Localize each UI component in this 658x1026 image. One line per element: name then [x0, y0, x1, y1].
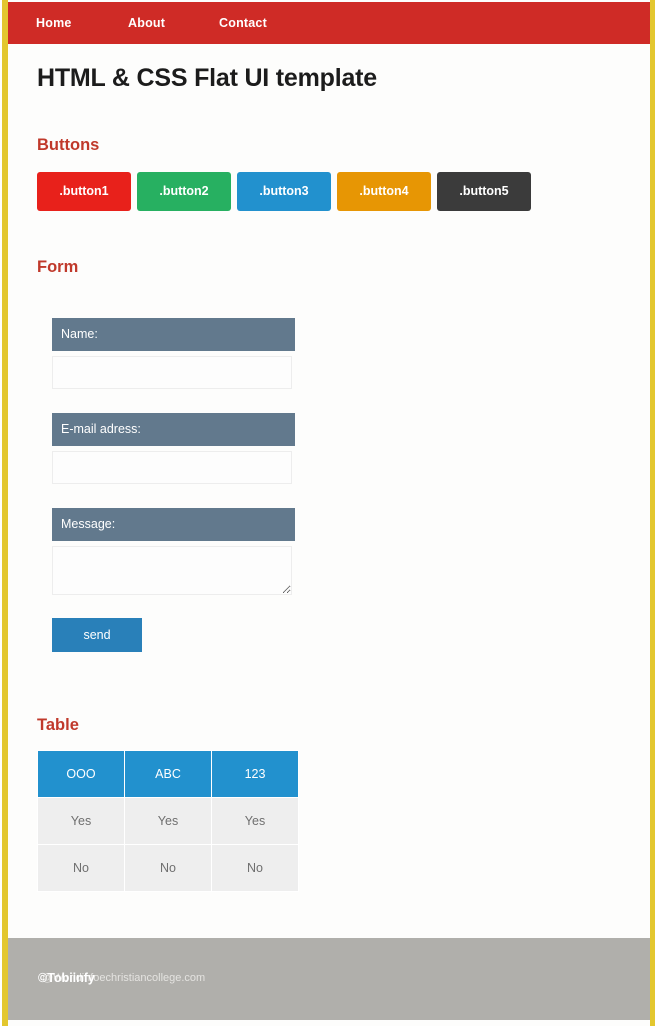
- table-header-cell: 123: [212, 751, 298, 797]
- nav-item-about[interactable]: About: [128, 2, 165, 44]
- table-header-row: OOO ABC 123: [38, 751, 298, 797]
- table-head: OOO ABC 123: [38, 751, 298, 797]
- table-cell: Yes: [212, 798, 298, 844]
- page-frame: Home About Contact HTML & CSS Flat UI te…: [0, 0, 658, 1026]
- button-2[interactable]: .button2: [137, 172, 231, 211]
- table-cell: No: [212, 845, 298, 891]
- button-4[interactable]: .button4: [337, 172, 431, 211]
- button-3[interactable]: .button3: [237, 172, 331, 211]
- table-header-cell: OOO: [38, 751, 124, 797]
- send-button[interactable]: send: [52, 618, 142, 652]
- nav-link-home[interactable]: Home: [36, 16, 72, 30]
- table-cell: No: [38, 845, 124, 891]
- contact-form: Name: E-mail adress: Message: send: [52, 318, 302, 652]
- table-row: No No No: [38, 845, 298, 891]
- section-heading-form: Form: [37, 258, 79, 276]
- nav-item-contact[interactable]: Contact: [219, 2, 267, 44]
- nav-item-home[interactable]: Home: [36, 2, 72, 44]
- message-textarea[interactable]: [52, 546, 292, 595]
- buttons-row: .button1 .button2 .button3 .button4 .but…: [37, 172, 557, 211]
- button-1[interactable]: .button1: [37, 172, 131, 211]
- name-field-label: Name:: [52, 318, 295, 351]
- section-heading-table: Table: [37, 716, 79, 734]
- page-footer: @Worldinfoechristiancollege.com ©Tobiinf…: [8, 938, 650, 1020]
- table-cell: No: [125, 845, 211, 891]
- nav-list: Home About Contact: [8, 2, 650, 44]
- table-row: Yes Yes Yes: [38, 798, 298, 844]
- message-field-label: Message:: [52, 508, 295, 541]
- field-spacer: [52, 389, 302, 413]
- footer-brand-text: ©Tobiinfy: [38, 971, 95, 985]
- top-navbar: Home About Contact: [8, 2, 650, 44]
- nav-link-contact[interactable]: Contact: [219, 16, 267, 30]
- table-cell: Yes: [38, 798, 124, 844]
- page-inner: Home About Contact HTML & CSS Flat UI te…: [8, 0, 650, 1026]
- button-5[interactable]: .button5: [437, 172, 531, 211]
- table-body: Yes Yes Yes No No No: [38, 798, 298, 891]
- section-heading-buttons: Buttons: [37, 136, 100, 154]
- email-field-label: E-mail adress:: [52, 413, 295, 446]
- table-cell: Yes: [125, 798, 211, 844]
- nav-link-about[interactable]: About: [128, 16, 165, 30]
- field-spacer: [52, 484, 302, 508]
- data-table: OOO ABC 123 Yes Yes Yes No No No: [37, 750, 299, 892]
- name-input[interactable]: [52, 356, 292, 389]
- page-title: HTML & CSS Flat UI template: [37, 64, 378, 92]
- email-input[interactable]: [52, 451, 292, 484]
- table-header-cell: ABC: [125, 751, 211, 797]
